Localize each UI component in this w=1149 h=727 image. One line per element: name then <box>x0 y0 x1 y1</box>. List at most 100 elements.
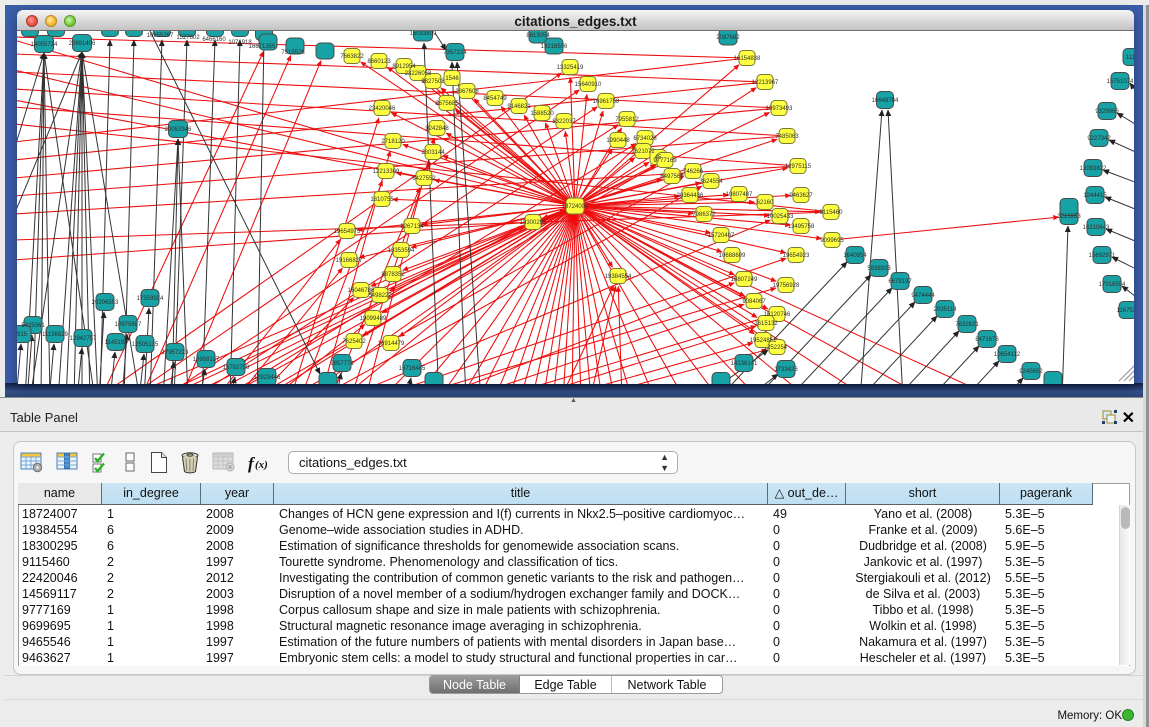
svg-text:19166827: 19166827 <box>336 258 363 264</box>
svg-text:18300295: 18300295 <box>520 220 547 226</box>
svg-text:3215953: 3215953 <box>1057 214 1081 220</box>
svg-text:12093822: 12093822 <box>1080 166 1107 172</box>
svg-text:16961758: 16961758 <box>593 99 620 105</box>
svg-text:16210643: 16210643 <box>1083 225 1110 231</box>
svg-text:19524851: 19524851 <box>750 338 777 344</box>
svg-text:1990448: 1990448 <box>606 138 630 144</box>
svg-text:12505135: 12505135 <box>132 342 159 348</box>
svg-text:9115460: 9115460 <box>820 210 844 216</box>
svg-text:17359924: 17359924 <box>137 296 164 302</box>
svg-text:13495758: 13495758 <box>788 224 815 230</box>
svg-text:19654975: 19654975 <box>334 229 361 235</box>
svg-text:7515526: 7515526 <box>281 50 305 56</box>
svg-text:746266: 746266 <box>683 169 704 175</box>
svg-text:13325419: 13325419 <box>557 65 584 71</box>
svg-text:10807487: 10807487 <box>726 192 753 198</box>
svg-text:12975115: 12975115 <box>785 164 812 170</box>
svg-text:2803144: 2803144 <box>421 150 445 156</box>
svg-text:15751074: 15751074 <box>1107 79 1134 85</box>
svg-text:20053346: 20053346 <box>165 127 192 133</box>
svg-text:8912954: 8912954 <box>392 64 416 70</box>
svg-text:6734028: 6734028 <box>633 136 657 142</box>
svg-text:17957223: 17957223 <box>162 350 189 356</box>
svg-text:20691406: 20691406 <box>69 41 96 47</box>
svg-text:10025433: 10025433 <box>767 214 794 220</box>
svg-text:252254: 252254 <box>767 345 788 351</box>
svg-text:18807249: 18807249 <box>731 277 758 283</box>
svg-text:16914479: 16914479 <box>378 341 405 347</box>
svg-text:9084067: 9084067 <box>742 299 766 305</box>
svg-text:6497568: 6497568 <box>660 174 684 180</box>
svg-text:23420046: 23420046 <box>369 106 396 112</box>
svg-text:9329966: 9329966 <box>1095 109 1119 115</box>
svg-text:1167533: 1167533 <box>1117 308 1134 314</box>
svg-text:8267134: 8267134 <box>400 224 424 230</box>
svg-text:19654923: 19654923 <box>783 253 810 259</box>
svg-text:3624554: 3624554 <box>699 179 723 185</box>
svg-text:5498222: 5498222 <box>368 293 392 299</box>
svg-text:1810755: 1810755 <box>370 197 394 203</box>
svg-text:8454749: 8454749 <box>483 96 507 102</box>
svg-text:15640910: 15640910 <box>575 82 602 88</box>
svg-text:62160: 62160 <box>757 200 774 206</box>
svg-text:9227342: 9227342 <box>1087 136 1111 142</box>
svg-text:1145193: 1145193 <box>105 340 129 346</box>
svg-text:7625402: 7625402 <box>342 339 366 345</box>
svg-text:1117: 1117 <box>1126 55 1134 61</box>
svg-text:2867608: 2867608 <box>455 89 479 95</box>
svg-text:9245652: 9245652 <box>1019 369 1043 375</box>
svg-text:5938923: 5938923 <box>867 266 891 272</box>
svg-text:1527602: 1527602 <box>176 35 200 41</box>
svg-text:8660123: 8660123 <box>367 59 391 65</box>
svg-text:14136141: 14136141 <box>731 361 758 367</box>
svg-text:2718120: 2718120 <box>381 139 405 145</box>
svg-text:(x): (x) <box>255 459 268 471</box>
svg-text:2087682: 2087682 <box>716 35 740 41</box>
svg-text:10688609: 10688609 <box>719 253 746 259</box>
svg-text:15720407: 15720407 <box>708 233 735 239</box>
svg-text:15716485: 15716485 <box>399 366 426 372</box>
svg-text:7663822: 7663822 <box>340 54 364 60</box>
svg-text:14055714: 14055714 <box>31 42 58 48</box>
svg-text:1588520: 1588520 <box>530 111 554 117</box>
svg-text:5435061: 5435061 <box>21 323 45 329</box>
svg-text:9827508: 9827508 <box>421 79 445 85</box>
svg-text:20206553: 20206553 <box>92 300 119 306</box>
svg-text:10654112: 10654112 <box>994 352 1021 358</box>
svg-text:16033809: 16033809 <box>410 31 437 37</box>
svg-text:10975887: 10975887 <box>115 322 142 328</box>
svg-text:9474444: 9474444 <box>911 293 935 299</box>
svg-text:10958127: 10958127 <box>193 357 220 363</box>
svg-text:1546: 1546 <box>445 76 459 82</box>
svg-text:7357224: 7357224 <box>443 50 467 56</box>
svg-text:20364436: 20364436 <box>677 193 704 199</box>
svg-text:8427552: 8427552 <box>412 176 436 182</box>
svg-text:1615132: 1615132 <box>754 321 778 327</box>
svg-text:16782759: 16782759 <box>223 365 250 371</box>
svg-text:7986372: 7986372 <box>692 212 716 218</box>
svg-text:9857771: 9857771 <box>330 361 354 367</box>
svg-text:7485063: 7485063 <box>775 134 799 140</box>
svg-text:7955812: 7955812 <box>615 117 639 123</box>
svg-text:915: 915 <box>17 332 28 338</box>
svg-text:16120746: 16120746 <box>764 312 791 318</box>
svg-text:16154838: 16154838 <box>734 56 761 62</box>
svg-text:16671355: 16671355 <box>249 44 276 50</box>
svg-text:8813054: 8813054 <box>526 33 550 39</box>
svg-text:2935114: 2935114 <box>934 307 958 313</box>
svg-text:6679197: 6679197 <box>888 279 912 285</box>
svg-text:19218506: 19218506 <box>541 44 568 50</box>
svg-text:19099489: 19099489 <box>360 316 387 322</box>
svg-text:1733426: 1733426 <box>774 367 798 373</box>
svg-text:9777169: 9777169 <box>653 158 677 164</box>
svg-text:1244415: 1244415 <box>1083 193 1107 199</box>
svg-text:15692971: 15692971 <box>1089 253 1116 259</box>
svg-text:18724007: 18724007 <box>562 204 589 210</box>
svg-text:9146821: 9146821 <box>507 104 531 110</box>
svg-text:9099695: 9099695 <box>820 238 844 244</box>
svg-text:10973493: 10973493 <box>766 106 793 112</box>
svg-text:12942757: 12942757 <box>70 336 97 342</box>
svg-text:12213309: 12213309 <box>373 169 400 175</box>
svg-text:8471676: 8471676 <box>975 337 999 343</box>
svg-text:23226058: 23226058 <box>405 71 432 77</box>
